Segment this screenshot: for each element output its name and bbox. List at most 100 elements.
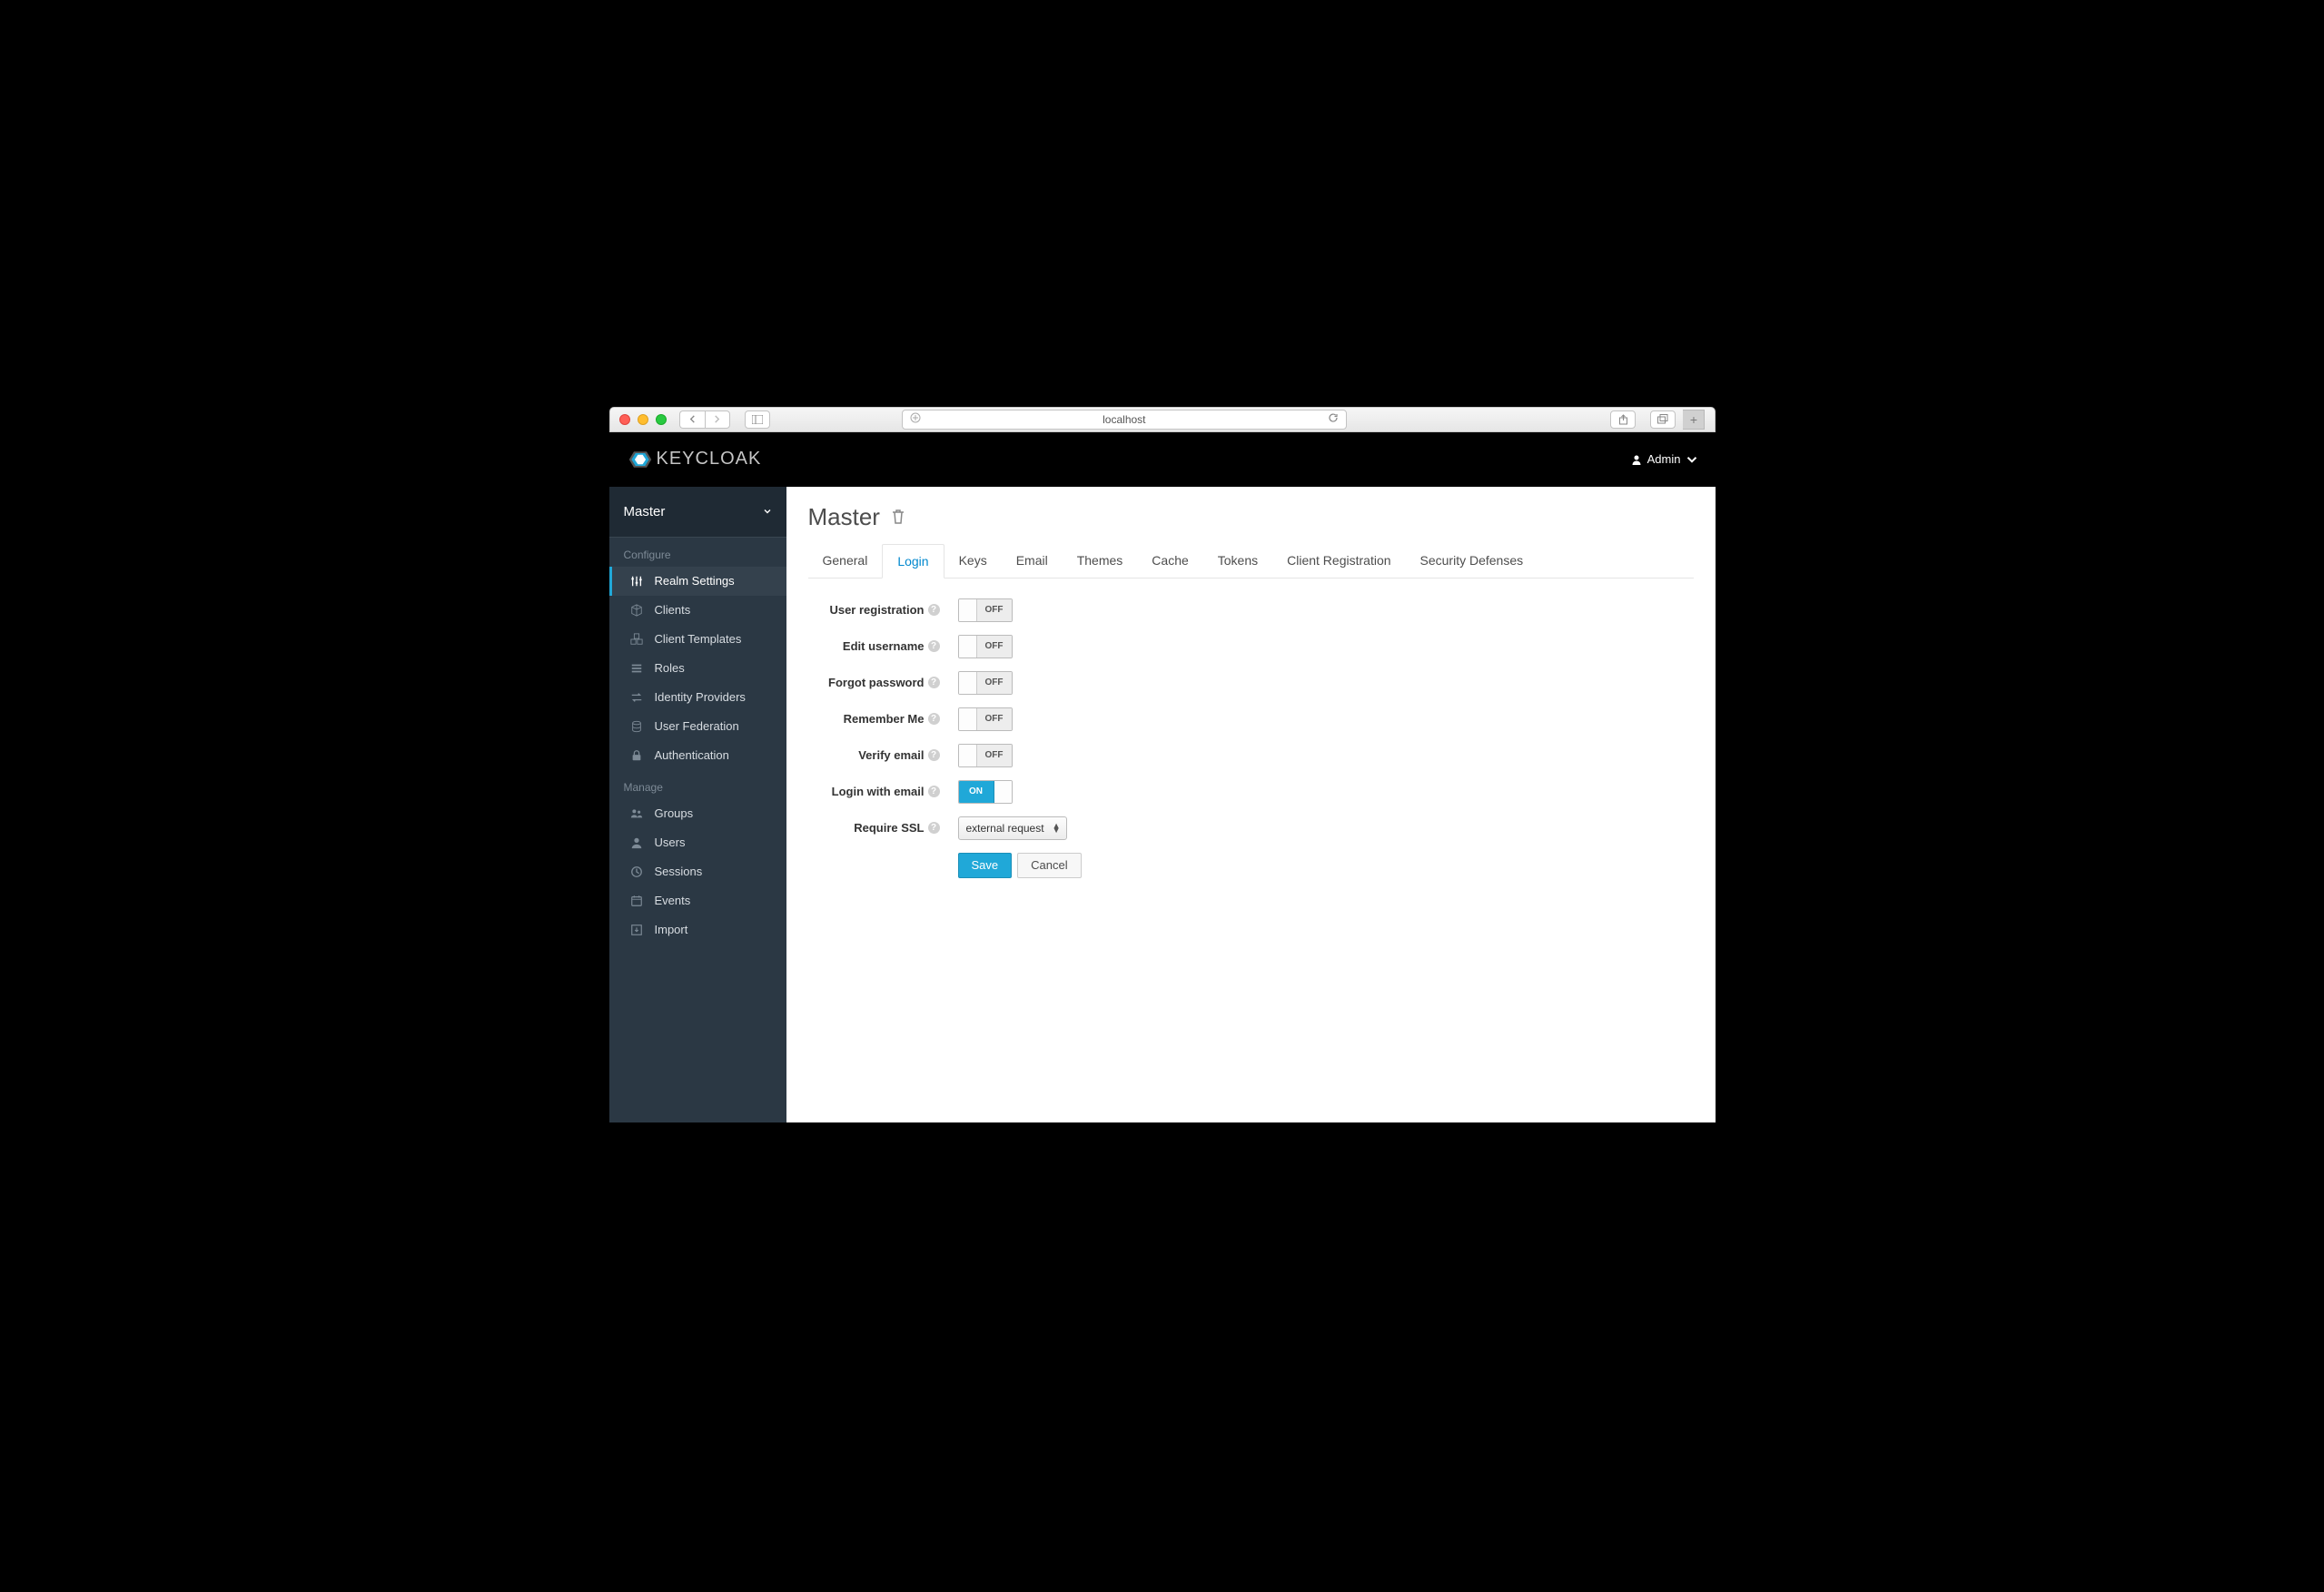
sidebar-item-label: Authentication [655,748,729,762]
address-bar[interactable]: localhost [902,410,1347,430]
tab-cache[interactable]: Cache [1137,544,1202,578]
toggle-value: OFF [977,745,1012,766]
database-icon [629,719,644,734]
tab-keys[interactable]: Keys [944,544,1002,578]
sidebar-section-manage: Manage [609,770,786,799]
sidebar-item-users[interactable]: Users [609,828,786,857]
close-window-icon[interactable] [619,414,630,425]
clock-icon [629,865,644,879]
brand-logo[interactable]: KEYCLOAK [628,447,762,472]
new-tab-button[interactable]: + [1683,410,1705,430]
help-icon[interactable]: ? [928,786,940,797]
chevron-down-icon [1686,454,1697,465]
delete-realm-button[interactable] [891,503,905,531]
label-login-with-email: Login with email [832,785,925,798]
chevron-down-icon [763,507,772,516]
sidebar-item-clients[interactable]: Clients [609,596,786,625]
realm-name: Master [624,504,666,519]
toggle-user-registration[interactable]: OFF [958,598,1013,622]
lock-icon [629,748,644,763]
sliders-icon [629,574,644,588]
sidebar-item-authentication[interactable]: Authentication [609,741,786,770]
import-icon [629,923,644,937]
select-value: external request [966,822,1044,835]
sidebar-item-label: Roles [655,661,685,675]
toggle-login-with-email[interactable]: ON [958,780,1013,804]
reader-icon [910,412,921,426]
main-content: Master General Login Keys Email Themes C… [786,487,1716,1122]
minimize-window-icon[interactable] [638,414,648,425]
sidebar-item-sessions[interactable]: Sessions [609,857,786,886]
sidebar-item-groups[interactable]: Groups [609,799,786,828]
cancel-button[interactable]: Cancel [1017,853,1081,878]
sidebar-item-events[interactable]: Events [609,886,786,915]
tab-tokens[interactable]: Tokens [1203,544,1272,578]
sidebar-item-label: Events [655,894,691,907]
sidebar-item-label: Users [655,836,686,849]
sidebar-item-import[interactable]: Import [609,915,786,944]
brand-text: KEYCLOAK [657,449,762,470]
trash-icon [891,509,905,525]
sidebar-item-label: Client Templates [655,632,742,646]
save-button[interactable]: Save [958,853,1013,878]
cube-icon [629,603,644,618]
label-remember-me: Remember Me [844,712,925,726]
label-require-ssl: Require SSL [854,821,924,835]
updown-icon: ▲▼ [1053,824,1061,833]
forward-button[interactable] [705,410,730,429]
back-button[interactable] [679,410,705,429]
toggle-forgot-password[interactable]: OFF [958,671,1013,695]
toggle-edit-username[interactable]: OFF [958,635,1013,658]
select-require-ssl[interactable]: external request ▲▼ [958,816,1067,840]
realm-selector[interactable]: Master [609,487,786,538]
sidebar-item-label: User Federation [655,719,739,733]
list-icon [629,661,644,676]
sidebar: Master Configure Realm Settings Clients … [609,487,786,1122]
help-icon[interactable]: ? [928,749,940,761]
sidebar-section-configure: Configure [609,538,786,567]
calendar-icon [629,894,644,908]
label-forgot-password: Forgot password [828,676,924,689]
help-icon[interactable]: ? [928,677,940,688]
tab-client-registration[interactable]: Client Registration [1272,544,1405,578]
user-icon [629,836,644,850]
address-host: localhost [1103,413,1145,426]
maximize-window-icon[interactable] [656,414,667,425]
tab-login[interactable]: Login [882,544,944,578]
sidebar-item-label: Import [655,923,688,936]
page-title: Master [808,503,880,531]
tab-themes[interactable]: Themes [1063,544,1138,578]
window-controls [619,414,667,425]
toggle-value: OFF [977,672,1012,694]
sidebar-item-user-federation[interactable]: User Federation [609,712,786,741]
sidebar-item-identity-providers[interactable]: Identity Providers [609,683,786,712]
sidebar-item-realm-settings[interactable]: Realm Settings [609,567,786,596]
app-header: KEYCLOAK Admin [609,432,1716,487]
sidebar-item-roles[interactable]: Roles [609,654,786,683]
toggle-value: OFF [977,636,1012,658]
user-menu[interactable]: Admin [1631,452,1697,466]
help-icon[interactable]: ? [928,640,940,652]
help-icon[interactable]: ? [928,822,940,834]
sidebar-item-label: Sessions [655,865,703,878]
tab-general[interactable]: General [808,544,883,578]
sidebar-item-client-templates[interactable]: Client Templates [609,625,786,654]
reload-icon[interactable] [1328,412,1339,426]
sidebar-item-label: Identity Providers [655,690,746,704]
sidebar-item-label: Realm Settings [655,574,735,588]
group-icon [629,806,644,821]
browser-chrome: localhost + [609,407,1716,432]
share-button[interactable] [1610,410,1636,429]
toggle-value: OFF [977,708,1012,730]
sidebar-toggle-button[interactable] [745,410,770,429]
label-edit-username: Edit username [843,639,925,653]
help-icon[interactable]: ? [928,713,940,725]
tabs-button[interactable] [1650,410,1676,429]
login-form: User registration? OFF Edit username? OF… [808,598,1694,878]
help-icon[interactable]: ? [928,604,940,616]
toggle-verify-email[interactable]: OFF [958,744,1013,767]
toggle-remember-me[interactable]: OFF [958,707,1013,731]
tab-email[interactable]: Email [1002,544,1063,578]
toggle-value: OFF [977,599,1012,621]
tab-security-defenses[interactable]: Security Defenses [1406,544,1538,578]
